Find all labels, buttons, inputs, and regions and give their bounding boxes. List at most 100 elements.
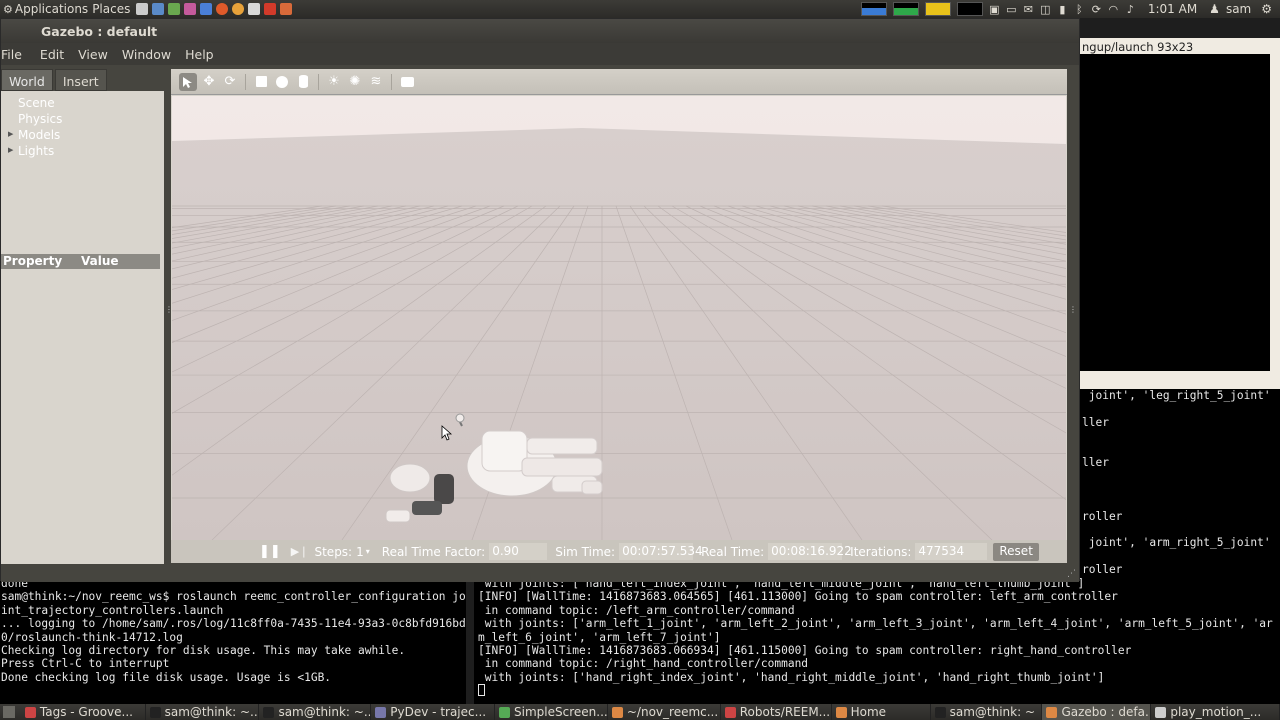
ubuntu-logo-icon[interactable]: ⚙ xyxy=(3,3,13,16)
taskbar-item[interactable]: SimpleScreen... xyxy=(495,704,608,720)
tool-launcher-icon[interactable] xyxy=(168,3,181,15)
screenshot-icon[interactable] xyxy=(398,73,416,91)
settings-gear-icon[interactable]: ⚙ xyxy=(1261,2,1272,16)
3d-viewport[interactable] xyxy=(172,96,1066,540)
app-launcher-icon[interactable] xyxy=(184,3,197,15)
terminal-bottom-right[interactable]: with joints: ['hand_left_index_joint', '… xyxy=(474,577,1280,704)
scene-render xyxy=(172,96,1066,540)
terminal-line: ller xyxy=(1082,455,1109,469)
cpu-graph-icon[interactable] xyxy=(860,2,887,16)
terminal-line: Press Ctrl-C to interrupt xyxy=(1,657,170,671)
terminal-line: roller xyxy=(1082,563,1123,577)
taskbar-item[interactable]: Home xyxy=(832,704,931,720)
app-launcher-icon[interactable] xyxy=(248,3,261,15)
taskbar-item[interactable]: Tags - Groove... xyxy=(21,704,146,720)
terminal-launcher-icon[interactable] xyxy=(152,3,165,15)
load-graph-icon[interactable] xyxy=(956,2,983,16)
terminal-line: roller xyxy=(1082,509,1123,523)
tab-world[interactable]: World xyxy=(1,69,53,91)
taskbar-item[interactable]: PyDev - trajec... xyxy=(371,704,496,720)
reset-button[interactable]: Reset xyxy=(993,542,1039,561)
terminal-bottom-left[interactable]: done sam@think:~/nov_reemc_ws$ roslaunch … xyxy=(0,577,466,704)
places-menu[interactable]: Places xyxy=(90,2,132,16)
terminal-title-bar[interactable]: ngup/launch 93x23 xyxy=(1080,38,1280,54)
pause-icon[interactable]: ❚❚ xyxy=(259,544,281,559)
world-item-label: Scene xyxy=(18,96,55,110)
app-icon xyxy=(724,706,736,718)
value-column-header[interactable]: Value xyxy=(81,254,119,268)
applications-menu[interactable]: Applications xyxy=(13,2,90,16)
chrome-launcher-icon[interactable] xyxy=(216,3,229,15)
app-icon xyxy=(499,706,511,718)
terminal-line: sam@think:~/nov_reemc_ws$ roslaunch reem… xyxy=(1,590,466,604)
expand-arrow-icon[interactable]: ▶ xyxy=(8,130,13,138)
files-launcher-icon[interactable] xyxy=(200,3,213,15)
select-arrow-icon[interactable] xyxy=(179,72,197,91)
chevron-down-icon[interactable]: ▾ xyxy=(366,547,370,556)
steps-spinbox[interactable]: 1 xyxy=(356,545,364,559)
taskbar-item[interactable]: sam@think: ~ xyxy=(931,704,1043,720)
menu-help[interactable]: Help xyxy=(185,47,214,62)
chat-icon[interactable]: ◫ xyxy=(1040,4,1051,15)
real-time-label: Real Time: xyxy=(701,544,765,559)
window-list-icon[interactable]: ▣ xyxy=(989,4,1000,15)
world-item-scene[interactable]: Scene xyxy=(1,96,164,112)
menu-window[interactable]: Window xyxy=(122,47,171,62)
directional-light-icon[interactable]: ≋ xyxy=(367,73,385,91)
step-icon[interactable]: ▶❘ xyxy=(291,545,309,558)
firefox-launcher-icon[interactable] xyxy=(232,3,245,15)
taskbar-item[interactable]: sam@think: ~... xyxy=(146,704,260,720)
menu-view[interactable]: View xyxy=(78,47,108,62)
menu-edit[interactable]: Edit xyxy=(40,47,64,62)
property-column-header[interactable]: Property xyxy=(3,254,62,268)
network-graph-icon[interactable] xyxy=(924,2,951,16)
wifi-icon[interactable]: ◠ xyxy=(1108,4,1119,15)
user-icon[interactable]: ♟ xyxy=(1209,2,1220,16)
left-panel: World Insert Scene Physics ▶ Models ▶ Ligh… xyxy=(1,69,165,564)
taskbar-item[interactable]: Gazebo : defa... xyxy=(1042,704,1152,720)
tab-insert[interactable]: Insert xyxy=(54,69,107,91)
volume-icon[interactable]: ♪ xyxy=(1125,4,1136,15)
scrollbar[interactable] xyxy=(1270,54,1280,371)
terminal-lower-right[interactable]: joint', 'leg_right_5_joint' ller ller rolle… xyxy=(1080,389,1280,579)
resize-grip-icon[interactable]: ⋰ xyxy=(1067,569,1076,579)
sphere-icon[interactable] xyxy=(273,73,291,91)
app-launcher-icon[interactable] xyxy=(280,3,293,15)
taskbar-item[interactable]: ~/nov_reemc... xyxy=(608,704,721,720)
app-icon xyxy=(934,706,946,718)
expand-arrow-icon[interactable]: ▶ xyxy=(8,146,13,154)
keyboard-icon[interactable]: ▭ xyxy=(1006,4,1017,15)
app-icon xyxy=(149,706,161,718)
user-name[interactable]: sam xyxy=(1226,2,1251,16)
bluetooth-icon[interactable]: ᛒ xyxy=(1074,4,1085,15)
battery-icon[interactable]: ▮ xyxy=(1057,4,1068,15)
window-divider xyxy=(1080,371,1280,389)
world-item-lights[interactable]: ▶ Lights xyxy=(1,144,164,160)
splitter-handle-icon[interactable]: ⋮ xyxy=(1069,305,1077,314)
text-editor-launcher-icon[interactable] xyxy=(136,3,149,15)
world-item-physics[interactable]: Physics xyxy=(1,112,164,128)
window-title-bar[interactable]: Gazebo : default xyxy=(1,19,1079,43)
sync-icon[interactable]: ⟳ xyxy=(1091,4,1102,15)
mail-icon[interactable]: ✉ xyxy=(1023,4,1034,15)
app-launcher-icon[interactable] xyxy=(264,3,277,15)
translate-icon[interactable]: ✥ xyxy=(200,73,218,91)
splitter-handle-icon[interactable]: ⋮ xyxy=(165,305,173,314)
spot-light-icon[interactable]: ✺ xyxy=(346,73,364,91)
point-light-icon[interactable]: ☀ xyxy=(325,73,343,91)
toolbar-separator xyxy=(245,73,246,90)
memory-graph-icon[interactable] xyxy=(892,2,919,16)
cylinder-icon[interactable] xyxy=(294,73,312,91)
show-desktop-icon[interactable] xyxy=(3,706,15,718)
taskbar-item-label: Home xyxy=(850,705,887,719)
rotate-icon[interactable]: ⟳ xyxy=(221,73,239,91)
taskbar-item[interactable]: Robots/REEM... xyxy=(721,704,832,720)
clock[interactable]: 1:01 AM xyxy=(1148,2,1197,16)
taskbar-item[interactable]: sam@think: ~... xyxy=(259,704,372,720)
world-item-models[interactable]: ▶ Models xyxy=(1,128,164,144)
menu-file[interactable]: File xyxy=(1,47,22,62)
box-icon[interactable] xyxy=(252,73,270,91)
sim-time-label: Sim Time: xyxy=(555,544,616,559)
taskbar-item[interactable]: play_motion_... xyxy=(1151,704,1280,720)
steps-label: Steps: xyxy=(314,544,353,559)
